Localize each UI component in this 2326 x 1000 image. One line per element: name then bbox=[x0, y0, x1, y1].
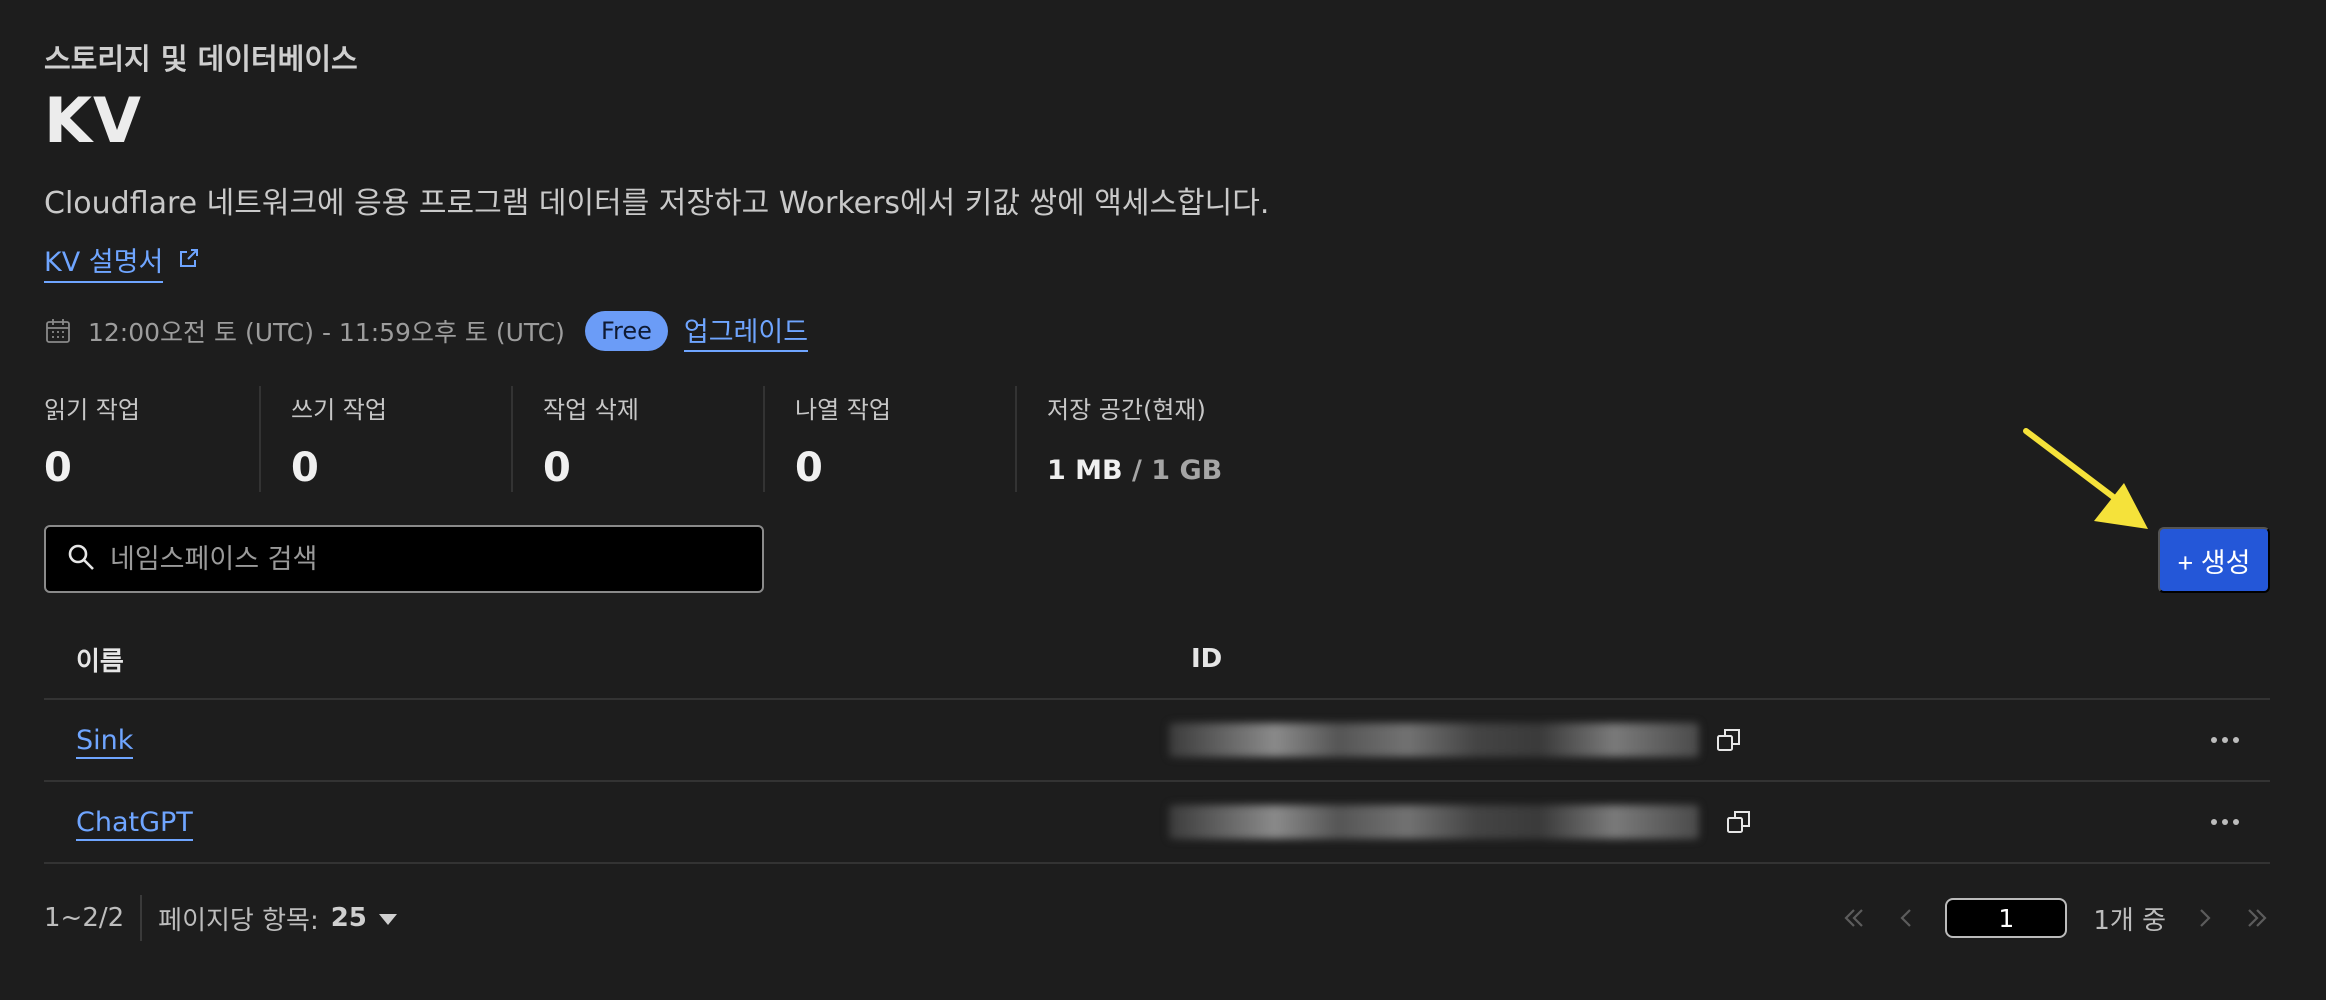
search-icon bbox=[66, 542, 96, 576]
copy-icon[interactable] bbox=[1725, 808, 1753, 836]
metric-value: 0 bbox=[44, 445, 72, 491]
metric-label: 저장 공간(현재) bbox=[1047, 396, 1206, 424]
metric-read-ops: 읽기 작업 0 bbox=[44, 386, 259, 492]
copy-icon[interactable] bbox=[1715, 726, 1743, 754]
pagination-footer: 1~2/2 페이지당 항목: 25 1개 중 bbox=[44, 895, 2270, 941]
per-page-label: 페이지당 항목: bbox=[158, 905, 319, 936]
upgrade-link[interactable]: 업그레이드 bbox=[683, 310, 809, 352]
metric-label: 작업 삭제 bbox=[543, 396, 639, 424]
external-link-icon bbox=[177, 246, 201, 277]
plan-badge: Free bbox=[584, 311, 668, 351]
annotation-arrow-icon bbox=[2023, 428, 2148, 529]
pager: 1개 중 bbox=[1841, 898, 2270, 938]
metric-value: 0 bbox=[543, 445, 571, 491]
metric-value: 0 bbox=[291, 445, 319, 491]
storage-used: 1 MB bbox=[1047, 455, 1123, 486]
prev-page-icon[interactable] bbox=[1893, 905, 1919, 931]
table-row: Sink bbox=[44, 700, 2270, 782]
metric-value: 1 MB / 1 GB bbox=[1047, 455, 1245, 486]
pagination-range: 1~2/2 bbox=[44, 895, 143, 941]
chevron-down-icon bbox=[378, 913, 397, 925]
breadcrumb[interactable]: 스토리지 및 데이터베이스 bbox=[44, 36, 358, 78]
metric-label: 읽기 작업 bbox=[44, 396, 140, 424]
metric-value: 0 bbox=[795, 445, 823, 491]
metric-delete-ops: 작업 삭제 0 bbox=[511, 386, 763, 492]
more-actions-icon[interactable] bbox=[2210, 817, 2240, 827]
kv-page: 스토리지 및 데이터베이스 KV Cloudflare 네트워크에 응용 프로그… bbox=[0, 0, 2326, 1000]
namespace-name-link[interactable]: Sink bbox=[76, 724, 134, 759]
metric-label: 쓰기 작업 bbox=[291, 396, 387, 424]
per-page-select[interactable]: 페이지당 항목: 25 bbox=[142, 900, 397, 937]
metric-storage: 저장 공간(현재) 1 MB / 1 GB bbox=[1015, 386, 1275, 492]
table-header: 이름 ID bbox=[44, 620, 2270, 700]
namespace-id-redacted bbox=[1169, 723, 1699, 757]
table-row: ChatGPT bbox=[44, 782, 2270, 864]
per-page-value: 25 bbox=[330, 903, 367, 933]
namespace-id-redacted bbox=[1169, 805, 1699, 839]
more-actions-icon[interactable] bbox=[2210, 735, 2240, 745]
metric-write-ops: 쓰기 작업 0 bbox=[259, 386, 511, 492]
usage-period-row: 12:00오전 토 (UTC) - 11:59오후 토 (UTC) Free 업… bbox=[44, 310, 809, 352]
namespace-name-link[interactable]: ChatGPT bbox=[76, 806, 193, 841]
kv-docs-link[interactable]: KV 설명서 bbox=[44, 240, 201, 283]
usage-period-range: 12:00오전 토 (UTC) - 11:59오후 토 (UTC) bbox=[88, 318, 565, 347]
next-page-icon[interactable] bbox=[2192, 905, 2218, 931]
metrics-row: 읽기 작업 0 쓰기 작업 0 작업 삭제 0 나열 작업 0 저장 공간(현재… bbox=[44, 386, 1275, 492]
total-pages-label: 1개 중 bbox=[2093, 905, 2166, 936]
page-number-input[interactable] bbox=[1945, 898, 2068, 938]
create-namespace-button[interactable]: + 생성 bbox=[2158, 527, 2270, 593]
metric-list-ops: 나열 작업 0 bbox=[763, 386, 1015, 492]
page-title: KV bbox=[44, 84, 143, 157]
column-header-id[interactable]: ID bbox=[1169, 644, 2149, 674]
first-page-icon[interactable] bbox=[1841, 905, 1867, 931]
storage-limit: / 1 GB bbox=[1132, 455, 1223, 486]
metric-label: 나열 작업 bbox=[795, 396, 891, 424]
last-page-icon[interactable] bbox=[2244, 905, 2270, 931]
namespace-search[interactable] bbox=[44, 525, 764, 593]
search-input[interactable] bbox=[110, 543, 710, 575]
page-description: Cloudflare 네트워크에 응용 프로그램 데이터를 저장하고 Worke… bbox=[44, 186, 1270, 221]
kv-docs-link-label: KV 설명서 bbox=[44, 240, 164, 283]
column-header-name[interactable]: 이름 bbox=[44, 641, 1169, 678]
calendar-icon bbox=[44, 317, 72, 345]
namespace-table: 이름 ID Sink ChatGPT bbox=[44, 620, 2270, 864]
